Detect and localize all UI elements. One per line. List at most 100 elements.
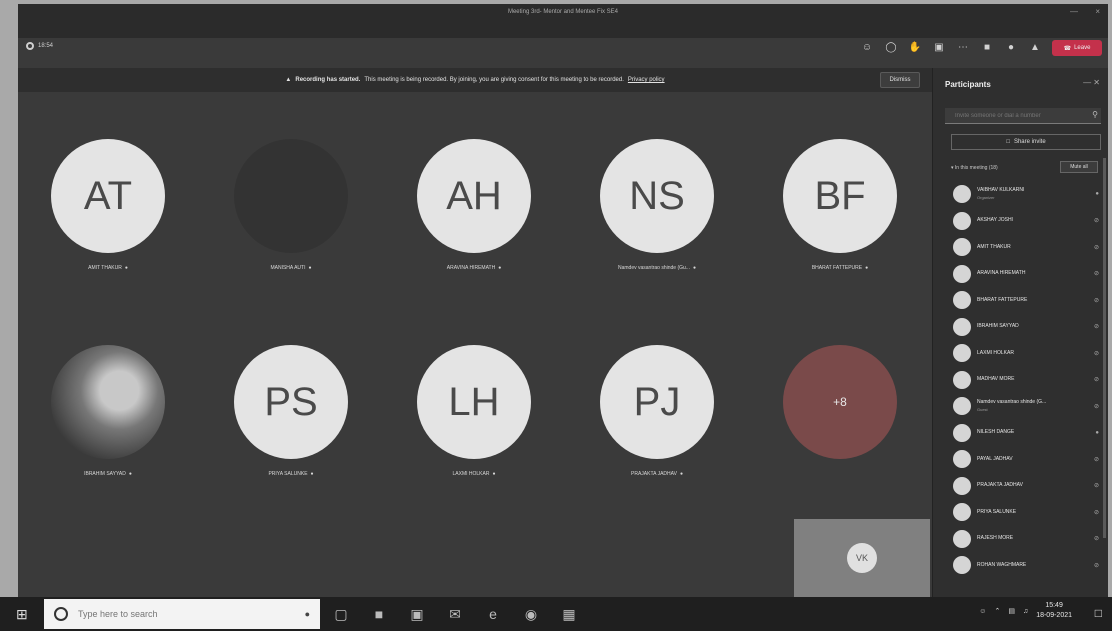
store-icon[interactable]: ▣ bbox=[408, 605, 426, 623]
mic-icon: ● bbox=[1095, 191, 1099, 198]
more-participants-tile[interactable]: +8 bbox=[765, 345, 915, 459]
avatar bbox=[953, 503, 971, 522]
participant-row[interactable]: IBRAHIM SAYYAD ⊘ bbox=[941, 314, 1107, 341]
tile-name: Namdev vasantrao shinde (Gu... ● bbox=[617, 265, 696, 271]
participant-tile[interactable]: BF BHARAT FATTEPURE ● bbox=[765, 139, 915, 271]
task-view-icon[interactable]: ▢ bbox=[332, 605, 350, 623]
avatar bbox=[953, 264, 971, 283]
dismiss-button[interactable]: Dismiss bbox=[880, 72, 920, 88]
participant-row[interactable]: ARAVINA HIREMATH ⊘ bbox=[941, 261, 1107, 288]
avatar: AT bbox=[51, 139, 165, 253]
tile-name: AMIT THAKUR ● bbox=[88, 265, 128, 271]
mic-off-icon: ⊘ bbox=[1093, 536, 1099, 543]
search-icon[interactable]: ⚲ bbox=[1092, 110, 1098, 119]
mic-off-icon: ⊘ bbox=[1093, 244, 1099, 251]
participant-row[interactable]: VAIBHAV KULKARNI Organizer ● bbox=[941, 181, 1107, 208]
clock[interactable]: 15:49 18-09-2021 bbox=[1036, 601, 1072, 621]
leave-label: Leave bbox=[1074, 45, 1091, 51]
participant-row[interactable]: AKSHAY JOSHI ⊘ bbox=[941, 208, 1107, 235]
search-input[interactable] bbox=[78, 609, 278, 619]
participant-row[interactable]: LAXMI HOLKAR ⊘ bbox=[941, 340, 1107, 367]
mic-icon: ● bbox=[1095, 429, 1099, 436]
participant-row[interactable]: PRIYA SALUNKE ⊘ bbox=[941, 499, 1107, 526]
participant-row[interactable]: RAJESH MORE ⊘ bbox=[941, 526, 1107, 553]
participant-name: LAXMI HOLKAR bbox=[977, 349, 1014, 356]
participant-tile[interactable]: AT AMIT THAKUR ● bbox=[33, 139, 183, 271]
participant-row[interactable]: PAYAL JADHAV ⊘ bbox=[941, 446, 1107, 473]
participant-tile[interactable]: NS Namdev vasantrao shinde (Gu... ● bbox=[582, 139, 732, 271]
banner-text: This meeting is being recorded. By joini… bbox=[364, 77, 624, 83]
participant-tile[interactable]: IBRAHIM SAYYAD ● bbox=[33, 345, 183, 477]
in-meeting-header[interactable]: ▾ In this meeting (18) bbox=[951, 165, 998, 171]
clock-time: 15:49 bbox=[1045, 602, 1063, 609]
clock-date: 18-09-2021 bbox=[1036, 612, 1072, 619]
avatar: BF bbox=[783, 139, 897, 253]
notifications-icon[interactable]: □ bbox=[1095, 606, 1102, 620]
participant-tile[interactable]: AH ARAVINA HIREMATH ● bbox=[399, 139, 549, 271]
avatar bbox=[953, 344, 971, 363]
timer-text: 18:54 bbox=[38, 43, 54, 49]
self-view[interactable]: VK bbox=[794, 519, 930, 597]
share-icon[interactable]: ▲ bbox=[1028, 42, 1042, 54]
avatar: PJ bbox=[600, 345, 714, 459]
taskbar-search[interactable]: ● bbox=[44, 599, 320, 629]
reactions-icon[interactable]: ✋ bbox=[908, 42, 922, 54]
participant-tile[interactable]: PS PRIYA SALUNKE ● bbox=[216, 345, 366, 477]
avatar bbox=[953, 317, 971, 336]
chevron-up-icon[interactable]: ⌃ bbox=[994, 607, 1000, 615]
mic-off-icon: ● bbox=[679, 471, 683, 477]
network-icon[interactable]: ▤ bbox=[1008, 607, 1015, 615]
participant-role: Organizer bbox=[977, 195, 995, 201]
participant-tile[interactable]: LH LAXMI HOLKAR ● bbox=[399, 345, 549, 477]
participant-tile[interactable]: MANISHA AUTI ● bbox=[216, 139, 366, 271]
close-icon[interactable]: — ✕ bbox=[1083, 78, 1100, 87]
mic-off-icon: ⊘ bbox=[1093, 509, 1099, 516]
people-icon[interactable]: ☺ bbox=[979, 608, 986, 615]
participant-row[interactable]: ROHAN WAGHMARE ⊘ bbox=[941, 552, 1107, 579]
windows-start-icon[interactable]: ⊞ bbox=[16, 606, 28, 623]
privacy-policy-link[interactable]: Privacy policy bbox=[628, 77, 665, 83]
edge-icon[interactable]: e bbox=[484, 605, 502, 623]
microphone-icon[interactable]: ● bbox=[305, 609, 310, 619]
avatar bbox=[953, 476, 971, 495]
participant-row[interactable]: NILESH DANGE ● bbox=[941, 420, 1107, 447]
mic-off-icon: ⊘ bbox=[1093, 456, 1099, 463]
teams-icon[interactable]: ▦ bbox=[560, 605, 578, 623]
participant-role: Guest bbox=[977, 407, 988, 413]
close-button[interactable]: × bbox=[1095, 7, 1100, 16]
more-icon[interactable]: ⋯ bbox=[956, 42, 970, 54]
scrollbar[interactable] bbox=[1103, 158, 1106, 538]
mic-off-icon: ● bbox=[310, 471, 314, 477]
participant-row[interactable]: Namdev vasantrao shinde (G... Guest ⊘ bbox=[941, 393, 1107, 420]
participant-row[interactable]: MADHAV MORE ⊘ bbox=[941, 367, 1107, 394]
chrome-icon[interactable]: ◉ bbox=[522, 605, 540, 623]
file-explorer-icon[interactable]: ■ bbox=[370, 605, 388, 623]
participants-icon[interactable]: ☺ bbox=[860, 42, 874, 54]
mail-icon[interactable]: ✉ bbox=[446, 605, 464, 623]
participant-name: Namdev vasantrao shinde (G... bbox=[977, 399, 1047, 406]
participant-tile[interactable]: PJ PRAJAKTA JADHAV ● bbox=[582, 345, 732, 477]
mic-off-icon: ⊘ bbox=[1093, 483, 1099, 490]
share-invite-button[interactable]: □ Share invite bbox=[951, 134, 1101, 150]
tile-name: ARAVINA HIREMATH ● bbox=[446, 265, 502, 271]
rooms-icon[interactable]: ▣ bbox=[932, 42, 946, 54]
tile-name: BHARAT FATTEPURE ● bbox=[811, 265, 869, 271]
camera-icon[interactable]: ■ bbox=[980, 42, 994, 54]
share-invite-label: Share invite bbox=[1013, 139, 1046, 145]
mute-all-button[interactable]: Mute all bbox=[1060, 161, 1098, 173]
invite-input[interactable] bbox=[945, 108, 1101, 124]
chat-icon[interactable]: ◯ bbox=[884, 42, 898, 54]
meeting-timer: 18:54 bbox=[26, 42, 53, 50]
mic-off-icon: ● bbox=[128, 471, 132, 477]
participant-row[interactable]: AMIT THAKUR ⊘ bbox=[941, 234, 1107, 261]
leave-button[interactable]: ☎ Leave bbox=[1052, 40, 1102, 56]
participant-row[interactable]: BHARAT FATTEPURE ⊘ bbox=[941, 287, 1107, 314]
self-avatar: VK bbox=[847, 543, 877, 573]
mic-icon[interactable]: ● bbox=[1004, 42, 1018, 54]
mic-off-icon: ⊘ bbox=[1093, 218, 1099, 225]
minimize-button[interactable]: — bbox=[1070, 7, 1078, 16]
mic-off-icon: ● bbox=[308, 265, 312, 271]
participant-name: PAYAL JADHAV bbox=[977, 455, 1013, 462]
participant-row[interactable]: PRAJAKTA JADHAV ⊘ bbox=[941, 473, 1107, 500]
volume-icon[interactable]: ♫ bbox=[1023, 608, 1028, 615]
